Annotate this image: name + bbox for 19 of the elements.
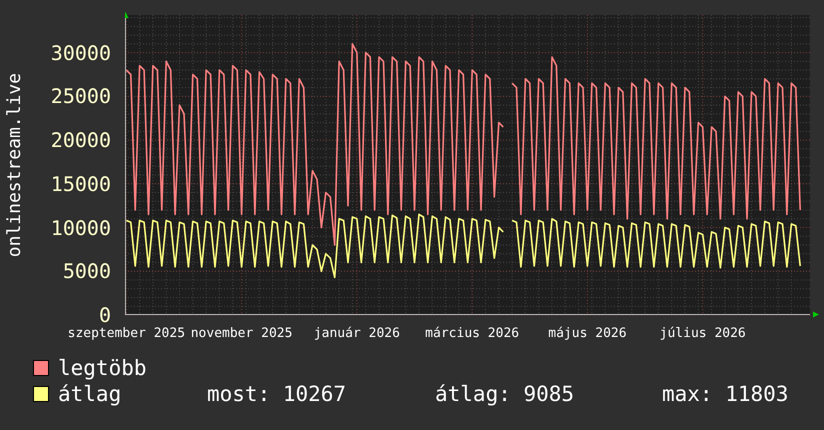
y-tick-label: 10000 — [50, 218, 111, 238]
y-tick-label: 15000 — [50, 174, 111, 194]
legend-label: legtöbb — [58, 356, 148, 380]
y-tick-label: 25000 — [50, 86, 111, 106]
y-tick-label: 5000 — [62, 261, 111, 282]
x-tick-label: július 2026 — [660, 326, 746, 342]
legend-stat: átlag: 9085 — [435, 382, 576, 406]
legend-stat: max: 11803 — [662, 382, 790, 406]
y-tick-label: 0 — [98, 305, 111, 325]
x-tick-label: november 2025 — [190, 326, 292, 342]
legend-label: átlag — [58, 382, 122, 406]
x-tick-label: május 2026 — [548, 326, 627, 342]
x-tick-label: január 2026 — [314, 326, 400, 342]
axis-title: onlinestream.live — [4, 72, 24, 258]
y-tick-label: 20000 — [50, 130, 111, 150]
legend-stat: most: 10267 — [207, 382, 348, 406]
x-tick-label: március 2026 — [425, 326, 520, 342]
y-tick-label: 30000 — [50, 42, 111, 63]
x-tick-label: szeptember 2025 — [68, 326, 186, 342]
